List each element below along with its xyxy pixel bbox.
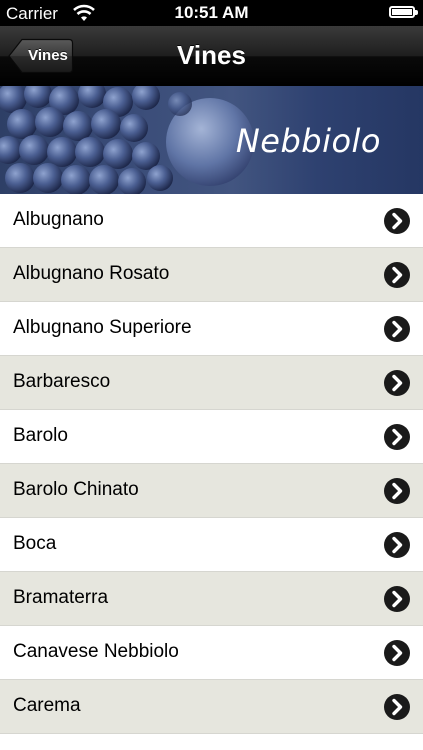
- list-item[interactable]: Barolo: [0, 410, 423, 464]
- list-item[interactable]: Albugnano: [0, 194, 423, 248]
- disclosure-chevron-icon[interactable]: [383, 207, 411, 235]
- list-item[interactable]: Barolo Chinato: [0, 464, 423, 518]
- list-item-label: Albugnano Rosato: [13, 263, 170, 284]
- disclosure-chevron-icon[interactable]: [383, 315, 411, 343]
- list-item-label: Carema: [13, 695, 81, 716]
- list-item-label: Barolo Chinato: [13, 479, 139, 500]
- list-item[interactable]: Canavese Nebbiolo: [0, 626, 423, 680]
- disclosure-chevron-icon[interactable]: [383, 585, 411, 613]
- battery-icon: [389, 6, 418, 18]
- list-item[interactable]: Boca: [0, 518, 423, 572]
- list-item[interactable]: Albugnano Rosato: [0, 248, 423, 302]
- banner-title: Nebbiolo: [235, 122, 381, 160]
- status-time: 10:51 AM: [174, 3, 249, 22]
- list-item-label: Bramaterra: [13, 587, 109, 608]
- list-item-label: Barolo: [13, 425, 68, 446]
- disclosure-chevron-icon[interactable]: [383, 531, 411, 559]
- appellation-list: Albugnano Albugnano Rosato Albugnano Sup…: [0, 194, 423, 734]
- disclosure-chevron-icon[interactable]: [383, 261, 411, 289]
- navigation-bar: Vines Vines: [0, 26, 423, 87]
- list-item[interactable]: Albugnano Superiore: [0, 302, 423, 356]
- disclosure-chevron-icon[interactable]: [383, 639, 411, 667]
- list-item[interactable]: Bramaterra: [0, 572, 423, 626]
- disclosure-chevron-icon[interactable]: [383, 477, 411, 505]
- list-item[interactable]: Barbaresco: [0, 356, 423, 410]
- disclosure-chevron-icon[interactable]: [383, 369, 411, 397]
- list-item-label: Boca: [13, 533, 57, 554]
- list-item[interactable]: Carema: [0, 680, 423, 734]
- disclosure-chevron-icon[interactable]: [383, 693, 411, 721]
- disclosure-chevron-icon[interactable]: [383, 423, 411, 451]
- list-item-label: Barbaresco: [13, 371, 111, 392]
- status-bar: Carrier 10:51 AM: [0, 0, 423, 26]
- list-item-label: Albugnano: [13, 209, 104, 230]
- list-item-label: Albugnano Superiore: [13, 317, 192, 338]
- page-title: Vines: [177, 40, 246, 70]
- list-item-label: Canavese Nebbiolo: [13, 641, 179, 662]
- nebbiolo-banner: Nebbiolo: [0, 86, 423, 194]
